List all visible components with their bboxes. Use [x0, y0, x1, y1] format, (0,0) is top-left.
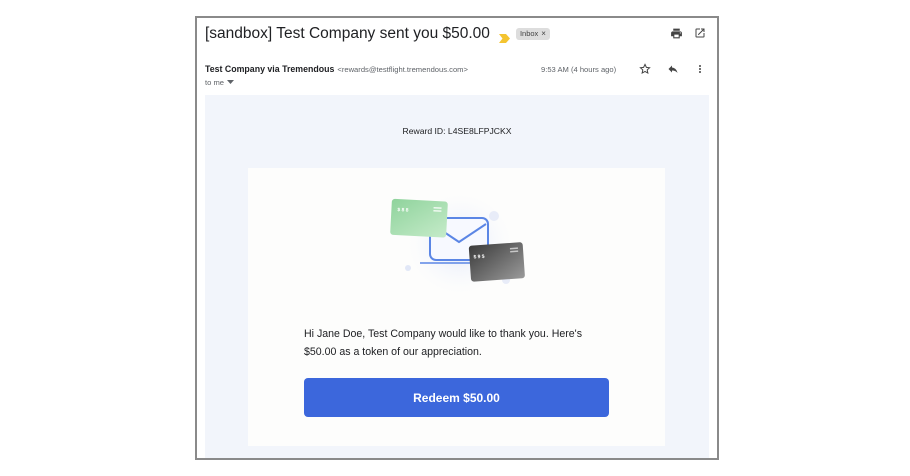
recipient-toggle[interactable]: to me	[205, 78, 234, 87]
reward-id: Reward ID: L4SE8LFPJCKX	[402, 126, 512, 136]
sender-email: <rewards@testflight.tremendous.com>	[337, 65, 468, 74]
redeem-button[interactable]: Redeem $50.00	[304, 378, 609, 417]
email-timestamp: 9:53 AM (4 hours ago)	[541, 65, 617, 74]
email-body: Reward ID: L4SE8LFPJCKX $ 8 8 $ 9 $ Hi J…	[205, 95, 709, 458]
sender-name[interactable]: Test Company via Tremendous	[205, 64, 334, 74]
inbox-label: Inbox	[519, 29, 539, 38]
svg-text:$ 8 8: $ 8 8	[397, 207, 409, 214]
remove-label-icon[interactable]: ×	[541, 28, 546, 40]
subject-row: [sandbox] Test Company sent you $50.00 I…	[205, 23, 550, 45]
importance-marker-icon[interactable]	[498, 30, 510, 43]
more-vert-icon[interactable]	[693, 62, 707, 76]
sender-row: Test Company via Tremendous <rewards@tes…	[205, 64, 468, 74]
reward-card: $ 8 8 $ 9 $ Hi Jane Doe, Test Company wo…	[248, 168, 665, 446]
reward-illustration: $ 8 8 $ 9 $	[386, 182, 536, 302]
dark-gift-card: $ 9 $	[468, 242, 525, 282]
print-icon[interactable]	[669, 26, 683, 40]
star-icon[interactable]	[638, 62, 652, 76]
inbox-label-chip[interactable]: Inbox ×	[515, 28, 550, 40]
recipient-label: to me	[205, 78, 224, 87]
email-window: [sandbox] Test Company sent you $50.00 I…	[195, 16, 719, 460]
green-gift-card: $ 8 8	[390, 198, 448, 238]
reply-icon[interactable]	[666, 62, 680, 76]
open-in-new-icon[interactable]	[693, 26, 707, 40]
chevron-down-icon	[227, 80, 234, 84]
reward-message: Hi Jane Doe, Test Company would like to …	[304, 328, 582, 358]
svg-text:$ 9 $: $ 9 $	[473, 254, 485, 261]
email-subject: [sandbox] Test Company sent you $50.00	[205, 25, 490, 42]
